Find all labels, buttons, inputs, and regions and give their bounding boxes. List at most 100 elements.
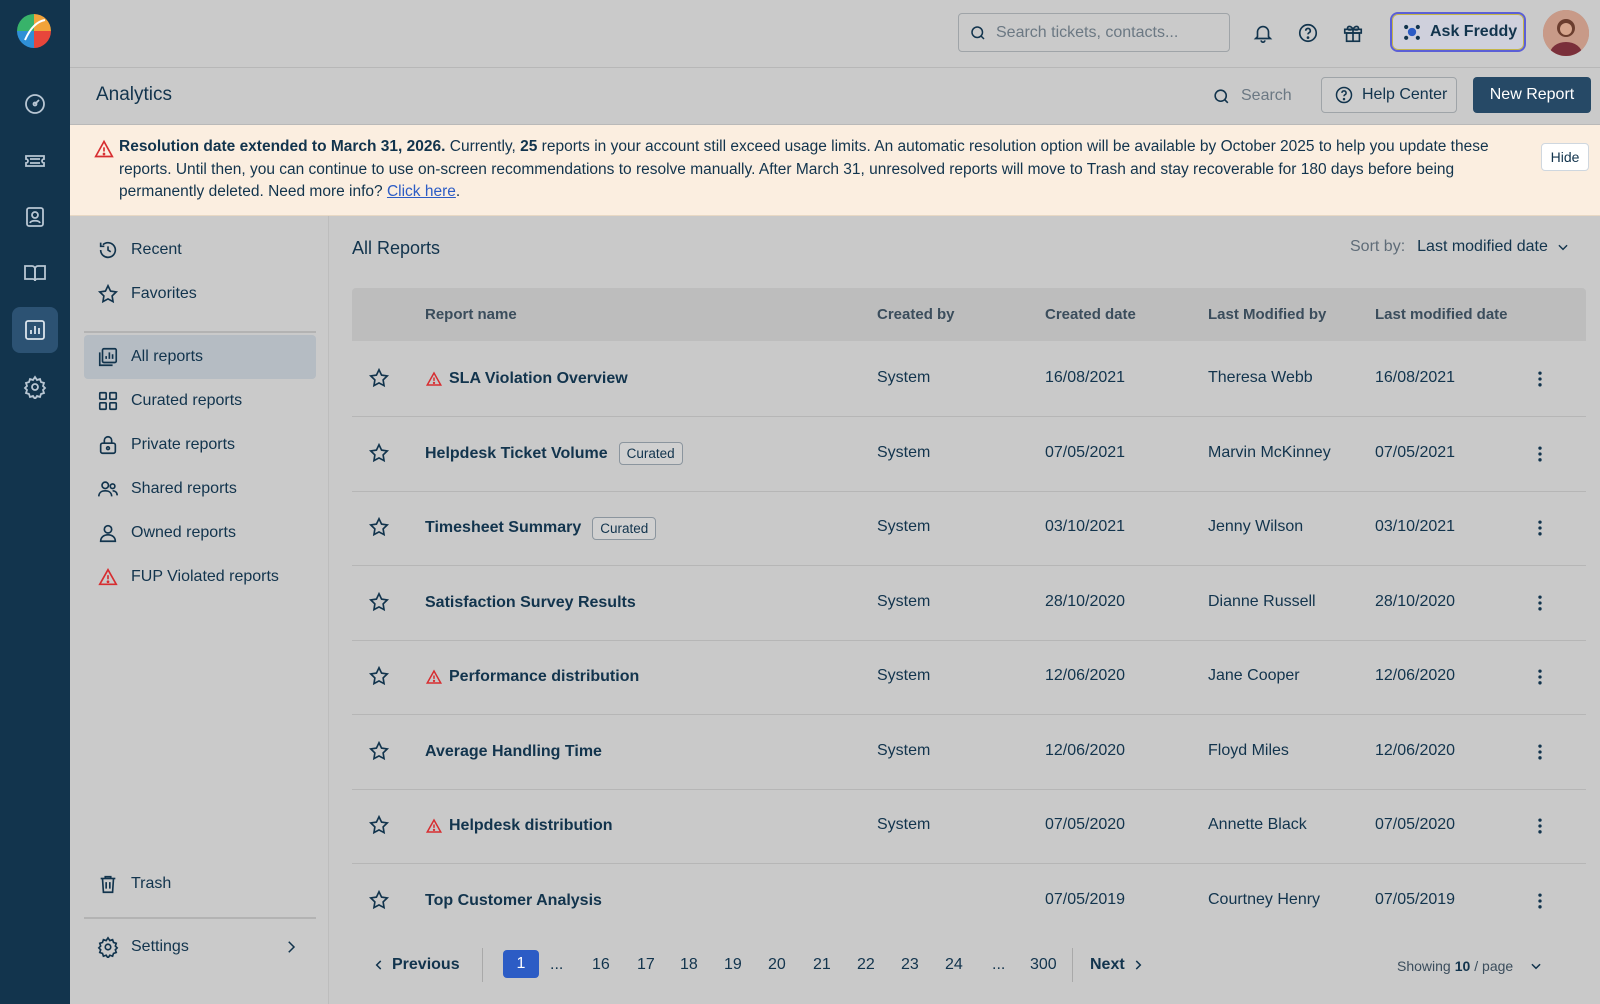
sidebar-item-curated[interactable]: Curated reports xyxy=(84,379,316,423)
contacts-icon[interactable] xyxy=(12,194,58,240)
table-header: Report name Created by Created date Last… xyxy=(352,288,1586,341)
favorite-star-icon[interactable] xyxy=(368,889,390,911)
last-modified-by-cell: Theresa Webb xyxy=(1208,369,1313,386)
page-size-selector[interactable]: Showing 10 / page xyxy=(1397,958,1543,974)
gift-icon[interactable] xyxy=(1340,20,1366,46)
sidebar-item-favorites[interactable]: Favorites xyxy=(84,272,316,316)
favorite-star-icon[interactable] xyxy=(368,740,390,762)
sidebar-item-trash[interactable]: Trash xyxy=(84,862,316,906)
page-number[interactable]: 16 xyxy=(592,956,610,974)
row-actions-kebab-icon[interactable] xyxy=(1530,816,1550,836)
help-center-button[interactable]: Help Center xyxy=(1321,77,1457,113)
row-actions-kebab-icon[interactable] xyxy=(1530,667,1550,687)
created-by-cell: System xyxy=(877,741,931,759)
row-actions-kebab-icon[interactable] xyxy=(1530,742,1550,762)
report-name-cell[interactable]: Satisfaction Survey Results xyxy=(425,591,636,615)
last-modified-date-cell: 16/08/2021 xyxy=(1375,369,1456,386)
reports-sidebar: Recent Favorites All reports Curated rep… xyxy=(70,216,329,1004)
favorite-star-icon[interactable] xyxy=(368,516,390,538)
report-name-cell[interactable]: Top Customer Analysis xyxy=(425,889,602,913)
help-icon[interactable] xyxy=(1295,20,1321,46)
created-by-cell: System xyxy=(877,443,931,461)
last-modified-date-cell: 12/06/2020 xyxy=(1375,667,1456,684)
user-avatar[interactable] xyxy=(1543,10,1589,56)
sidebar-item-fup-violated[interactable]: FUP Violated reports xyxy=(84,555,316,599)
knowledge-base-icon[interactable] xyxy=(12,250,58,296)
row-actions-kebab-icon[interactable] xyxy=(1530,369,1550,389)
page-number[interactable]: 23 xyxy=(901,956,919,974)
global-search-placeholder: Search tickets, contacts... xyxy=(996,23,1179,41)
report-name-cell[interactable]: Timesheet Summary Curated xyxy=(425,516,657,540)
report-name-cell[interactable]: Helpdesk Ticket Volume Curated xyxy=(425,442,683,466)
table-row[interactable]: Helpdesk distribution System 07/05/2020 Ann… xyxy=(352,788,1586,864)
report-name-cell[interactable]: Average Handling Time xyxy=(425,740,602,764)
warning-icon xyxy=(98,567,118,586)
curated-grid-icon xyxy=(98,391,118,411)
page-number[interactable]: 24 xyxy=(945,956,963,974)
banner-click-here-link[interactable]: Click here xyxy=(387,183,456,200)
report-name-cell[interactable]: Helpdesk distribution xyxy=(425,814,613,838)
favorite-star-icon[interactable] xyxy=(368,367,390,389)
sidebar-item-shared[interactable]: Shared reports xyxy=(84,467,316,511)
sidebar-item-settings[interactable]: Settings xyxy=(84,925,316,969)
curated-badge: Curated xyxy=(592,516,657,540)
table-row[interactable]: Performance distribution System 12/06/2020… xyxy=(352,639,1586,715)
column-last-modified-by[interactable]: Last Modified by xyxy=(1208,306,1326,323)
page-number[interactable]: 19 xyxy=(724,956,742,974)
sidebar-item-label: Owned reports xyxy=(131,524,236,541)
page-number-current[interactable]: 1 xyxy=(503,950,539,978)
sidebar-item-label: FUP Violated reports xyxy=(131,568,279,585)
sidebar-item-all-reports[interactable]: All reports xyxy=(84,335,316,379)
column-last-modified-date[interactable]: Last modified date xyxy=(1375,306,1508,323)
favorite-star-icon[interactable] xyxy=(368,814,390,836)
next-page-button[interactable]: Next xyxy=(1090,956,1145,974)
report-name: SLA Violation Overview xyxy=(449,370,628,387)
admin-settings-icon[interactable] xyxy=(12,364,58,410)
page-number[interactable]: 300 xyxy=(1030,956,1057,974)
sort-by-dropdown[interactable]: Sort by: Last modified date xyxy=(1350,238,1570,256)
reports-search-button[interactable]: Search xyxy=(1212,82,1292,110)
new-report-button[interactable]: New Report xyxy=(1473,77,1591,113)
app-logo-icon[interactable] xyxy=(15,12,53,50)
page-header: Analytics Search Help Center New Report xyxy=(70,68,1600,125)
previous-page-button[interactable]: Previous xyxy=(372,956,460,974)
report-name: Performance distribution xyxy=(449,668,640,685)
row-actions-kebab-icon[interactable] xyxy=(1530,444,1550,464)
last-modified-date-cell: 07/05/2020 xyxy=(1375,816,1456,833)
sidebar-item-recent[interactable]: Recent xyxy=(84,228,316,272)
created-date-cell: 28/10/2020 xyxy=(1045,592,1126,610)
report-name-cell[interactable]: Performance distribution xyxy=(425,665,639,689)
column-created-date[interactable]: Created date xyxy=(1045,306,1136,323)
page-number[interactable]: 17 xyxy=(637,956,655,974)
analytics-icon[interactable] xyxy=(12,307,58,353)
table-row[interactable]: Top Customer Analysis 07/05/2019 Courtney … xyxy=(352,863,1586,939)
favorite-star-icon[interactable] xyxy=(368,591,390,613)
row-actions-kebab-icon[interactable] xyxy=(1530,593,1550,613)
row-actions-kebab-icon[interactable] xyxy=(1530,518,1550,538)
tickets-icon[interactable] xyxy=(12,138,58,184)
column-created-by[interactable]: Created by xyxy=(877,306,955,323)
page-number[interactable]: 21 xyxy=(813,956,831,974)
report-name-cell[interactable]: SLA Violation Overview xyxy=(425,367,628,391)
row-actions-kebab-icon[interactable] xyxy=(1530,891,1550,911)
page-number[interactable]: 18 xyxy=(680,956,698,974)
recent-clock-icon xyxy=(99,241,117,259)
global-search-input[interactable]: Search tickets, contacts... xyxy=(958,13,1230,52)
table-row[interactable]: Average Handling Time System 12/06/2020 Flo… xyxy=(352,714,1586,790)
column-report-name[interactable]: Report name xyxy=(425,306,517,323)
table-row[interactable]: SLA Violation Overview System 16/08/2021 Th… xyxy=(352,341,1586,417)
sidebar-item-owned[interactable]: Owned reports xyxy=(84,511,316,555)
table-row[interactable]: Satisfaction Survey Results System 28/10/2… xyxy=(352,565,1586,641)
page-number[interactable]: 22 xyxy=(857,956,875,974)
sidebar-item-private[interactable]: Private reports xyxy=(84,423,316,467)
table-row[interactable]: Helpdesk Ticket Volume Curated System 07/05… xyxy=(352,416,1586,492)
ask-freddy-button[interactable]: Ask Freddy xyxy=(1390,12,1526,52)
table-row[interactable]: Timesheet Summary Curated System 03/10/2021… xyxy=(352,490,1586,566)
created-date-cell: 07/05/2019 xyxy=(1045,890,1126,908)
notifications-bell-icon[interactable] xyxy=(1250,20,1276,46)
favorite-star-icon[interactable] xyxy=(368,665,390,687)
dashboard-icon[interactable] xyxy=(12,81,58,127)
page-number[interactable]: 20 xyxy=(768,956,786,974)
hide-banner-button[interactable]: Hide xyxy=(1541,143,1589,171)
favorite-star-icon[interactable] xyxy=(368,442,390,464)
